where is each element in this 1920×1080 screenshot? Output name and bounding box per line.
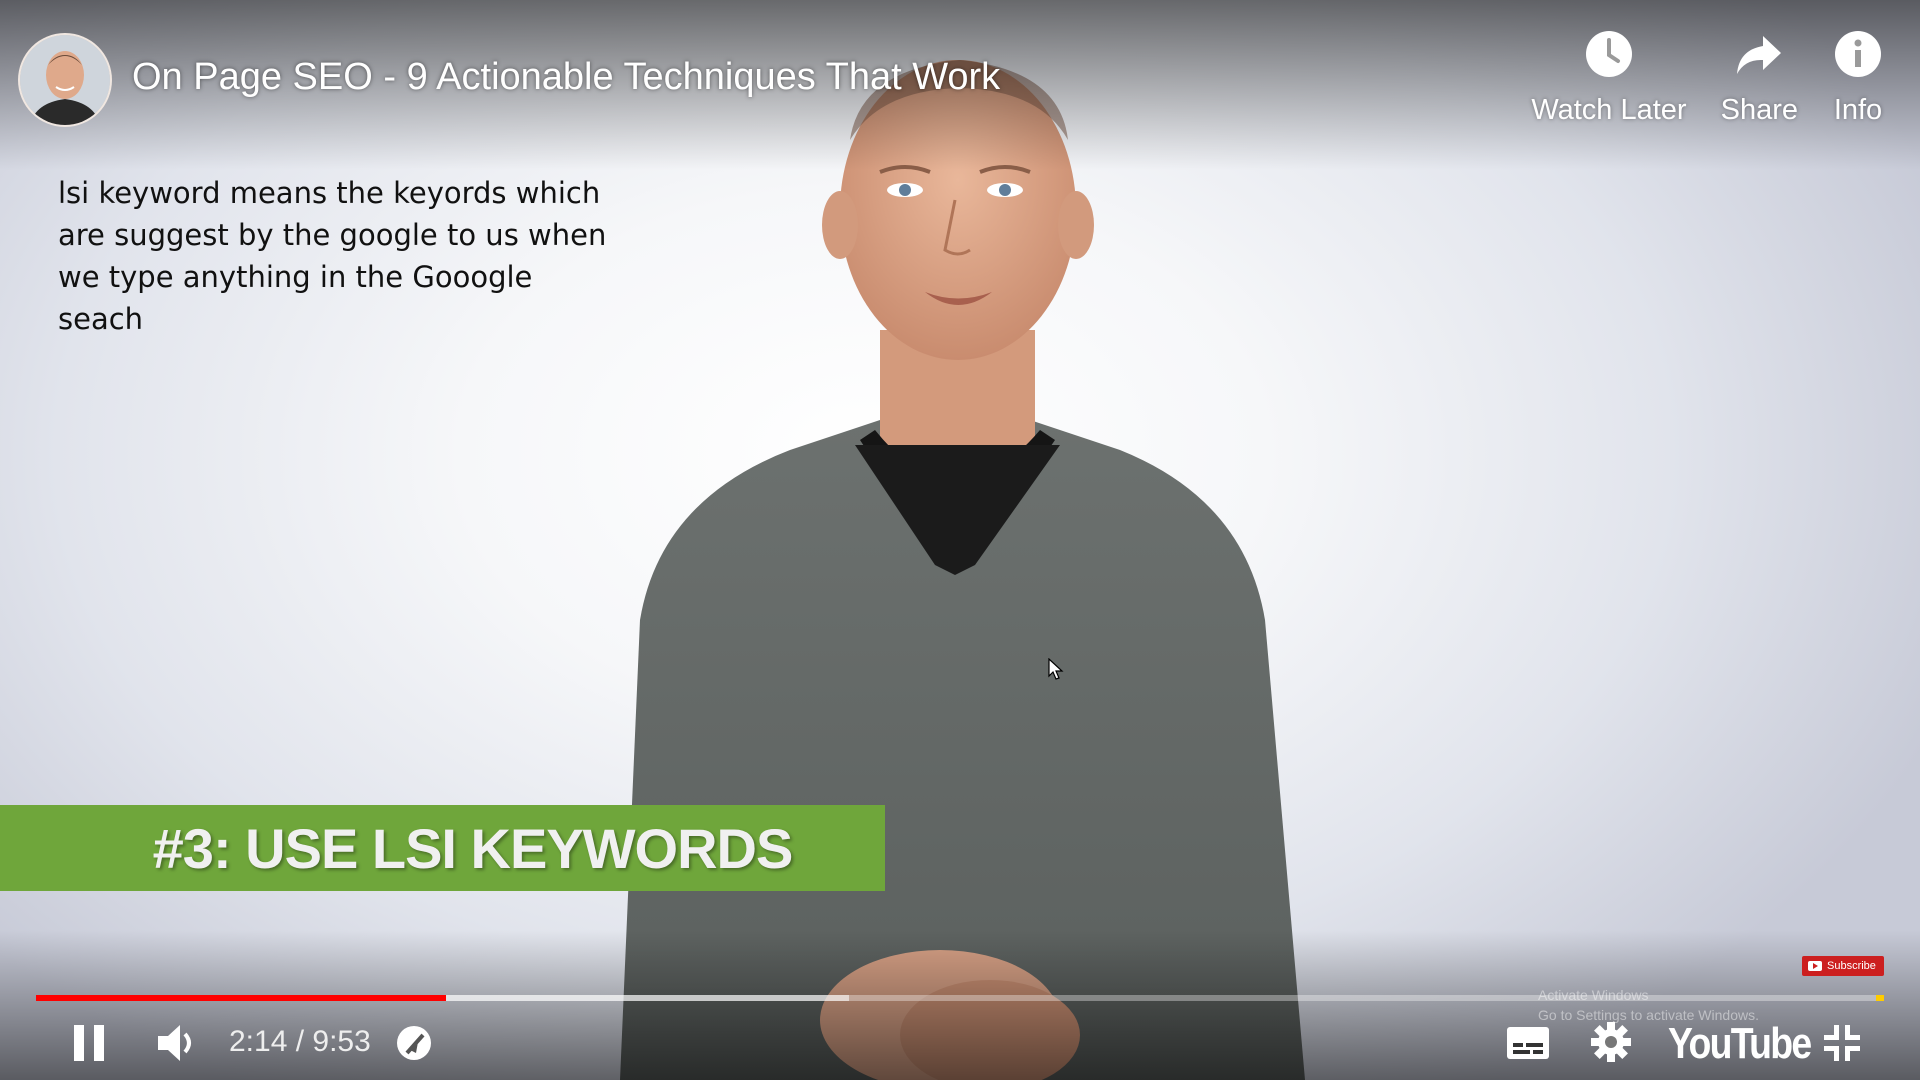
captions-icon[interactable] xyxy=(1505,1023,1551,1063)
player-controls: 2:14 / 9:53 YouTube xyxy=(0,1015,1920,1070)
time-separator: / xyxy=(287,1025,313,1058)
current-time: 2:14 xyxy=(229,1025,288,1058)
channel-avatar[interactable] xyxy=(18,33,112,127)
info-button[interactable]: Info xyxy=(1832,28,1884,127)
subscribe-badge[interactable]: Subscribe xyxy=(1802,956,1884,976)
lower-third-banner: #3: USE LSI KEYWORDS xyxy=(0,805,885,891)
video-player[interactable]: On Page SEO - 9 Actionable Techniques Th… xyxy=(0,0,1920,1080)
pause-icon[interactable] xyxy=(70,1021,110,1065)
lower-third-text: #3: USE LSI KEYWORDS xyxy=(152,816,794,880)
volume-icon[interactable] xyxy=(154,1021,200,1065)
info-icon xyxy=(1835,31,1881,77)
video-title[interactable]: On Page SEO - 9 Actionable Techniques Th… xyxy=(132,56,1000,99)
youtube-play-icon xyxy=(1808,961,1822,971)
share-button[interactable]: Share xyxy=(1721,28,1798,127)
time-display: 2:14 / 9:53 xyxy=(229,1025,371,1059)
clock-icon xyxy=(1585,31,1632,77)
video-annotation-text: lsi keyword means the keyords which are … xyxy=(58,176,607,336)
gear-icon[interactable] xyxy=(1590,1021,1632,1063)
top-actions: Watch Later Share Info xyxy=(1497,28,1884,127)
youtube-logo[interactable]: YouTube xyxy=(1668,1019,1812,1069)
progress-bar[interactable] xyxy=(36,995,1884,1001)
subscribe-label: Subscribe xyxy=(1827,960,1876,972)
share-label: Share xyxy=(1720,94,1798,126)
avatar-image xyxy=(20,35,110,125)
progress-played xyxy=(36,995,447,1001)
autoplay-toggle-icon[interactable] xyxy=(394,1023,434,1063)
mouse-cursor-icon xyxy=(1048,658,1064,680)
watch-later-button[interactable]: Watch Later xyxy=(1531,28,1687,127)
share-arrow-icon xyxy=(1737,36,1782,74)
duration: 9:53 xyxy=(312,1025,371,1058)
progress-end-marker xyxy=(1876,995,1884,1001)
watch-later-label: Watch Later xyxy=(1531,94,1687,126)
info-label: Info xyxy=(1833,94,1883,126)
exit-fullscreen-icon[interactable] xyxy=(1822,1023,1862,1063)
